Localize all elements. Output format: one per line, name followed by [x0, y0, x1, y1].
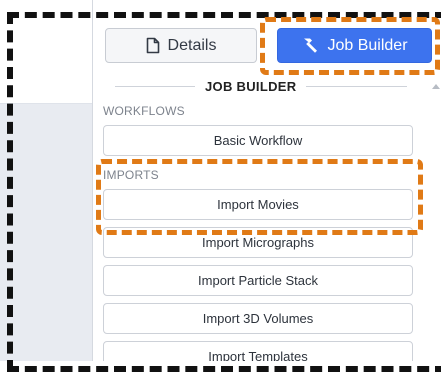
job-basic-workflow[interactable]: Basic Workflow	[103, 125, 413, 156]
divider	[115, 85, 195, 87]
job-builder-heading: JOB BUILDER	[105, 76, 417, 96]
category-imports: IMPORTS	[103, 168, 159, 182]
job-import-3d-volumes[interactable]: Import 3D Volumes	[103, 303, 413, 334]
app-content-background	[0, 104, 92, 361]
job-import-particle-stack[interactable]: Import Particle Stack	[103, 265, 413, 296]
job-import-micrographs[interactable]: Import Micrographs	[103, 227, 413, 258]
tab-job-builder[interactable]: Job Builder	[277, 28, 432, 63]
document-icon	[146, 37, 160, 54]
tab-job-builder-label: Job Builder	[327, 36, 408, 54]
hammer-icon	[301, 37, 319, 54]
job-import-templates[interactable]: Import Templates	[103, 341, 413, 361]
job-import-movies[interactable]: Import Movies	[103, 189, 413, 220]
scroll-up-arrow-icon[interactable]	[431, 84, 440, 89]
job-builder-title: JOB BUILDER	[205, 78, 297, 94]
category-workflows: WORKFLOWS	[103, 104, 185, 118]
panel-scrollbar[interactable]	[429, 80, 441, 361]
app-header-background	[0, 0, 92, 104]
tab-details[interactable]: Details	[105, 28, 257, 63]
divider	[306, 85, 407, 87]
job-builder-panel: Details Job Builder JOB BUILDER WORKFLOW…	[92, 0, 441, 361]
tab-details-label: Details	[167, 36, 217, 54]
